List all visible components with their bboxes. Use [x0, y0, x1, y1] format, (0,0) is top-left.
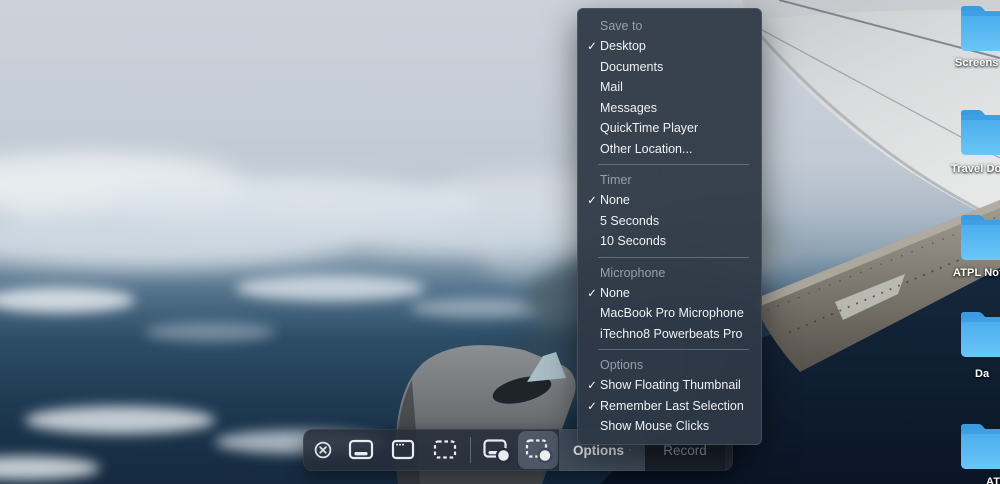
record-screen-icon	[481, 436, 511, 464]
menu-item-10-seconds[interactable]: 10 Seconds	[578, 231, 761, 252]
menu-item-remember-last-selection[interactable]: ✓Remember Last Selection	[578, 396, 761, 417]
wallpaper-airplane-wing-photo	[0, 0, 1000, 484]
menu-item-label: 10 Seconds	[600, 234, 666, 248]
close-icon	[313, 440, 333, 460]
menu-divider	[598, 164, 749, 165]
menu-section-header: Timer	[578, 170, 761, 190]
capture-screen-icon	[346, 436, 376, 464]
toolbar-divider	[470, 437, 471, 463]
menu-item-none[interactable]: ✓None	[578, 283, 761, 304]
menu-item-label: Mail	[600, 80, 623, 94]
check-icon: ✓	[584, 378, 600, 392]
check-icon: ✓	[584, 39, 600, 53]
capture-selected-portion-button[interactable]	[425, 431, 465, 469]
menu-item-desktop[interactable]: ✓Desktop	[578, 36, 761, 57]
menu-item-other-location[interactable]: Other Location...	[578, 139, 761, 160]
menu-item-label: None	[600, 193, 630, 207]
menu-item-none[interactable]: ✓None	[578, 190, 761, 211]
capture-window-icon	[388, 436, 418, 464]
folder-icon	[958, 211, 1000, 263]
folder-label: Travel Do	[951, 163, 1000, 175]
folder-icon	[958, 308, 1000, 360]
capture-selection-icon	[430, 436, 460, 464]
menu-item-label: Remember Last Selection	[600, 399, 744, 413]
folder-label: Da	[975, 368, 989, 380]
menu-item-label: Other Location...	[600, 142, 692, 156]
menu-item-5-seconds[interactable]: 5 Seconds	[578, 211, 761, 232]
options-button-label: Options	[573, 443, 624, 458]
folder-icon	[958, 2, 1000, 54]
check-icon: ✓	[584, 286, 600, 300]
chevron-down-icon	[629, 446, 631, 454]
menu-divider	[598, 257, 749, 258]
folder-label: Screens	[955, 57, 999, 69]
menu-item-messages[interactable]: Messages	[578, 98, 761, 119]
desktop-folder-at[interactable]	[958, 420, 1000, 477]
menu-item-mail[interactable]: Mail	[578, 77, 761, 98]
menu-item-label: None	[600, 286, 630, 300]
menu-item-label: Show Floating Thumbnail	[600, 378, 741, 392]
record-entire-screen-button[interactable]	[476, 431, 516, 469]
check-icon: ✓	[584, 399, 600, 413]
menu-item-macbook-pro-microphone[interactable]: MacBook Pro Microphone	[578, 303, 761, 324]
menu-item-label: Documents	[600, 60, 663, 74]
folder-icon	[958, 106, 1000, 158]
desktop-screen: Screens Travel Do ATPL Not Da AT	[0, 0, 1000, 484]
menu-item-show-mouse-clicks[interactable]: Show Mouse Clicks	[578, 416, 761, 437]
menu-item-itechno8-powerbeats-pro[interactable]: iTechno8 Powerbeats Pro	[578, 324, 761, 345]
check-icon: ✓	[584, 193, 600, 207]
menu-item-label: Messages	[600, 101, 657, 115]
menu-item-label: Desktop	[600, 39, 646, 53]
capture-selected-window-button[interactable]	[383, 431, 423, 469]
record-selected-portion-button[interactable]	[518, 431, 558, 469]
menu-item-label: iTechno8 Powerbeats Pro	[600, 327, 742, 341]
menu-section-microphone: Microphone✓NoneMacBook Pro MicrophoneiTe…	[578, 263, 761, 345]
desktop-folder-da[interactable]	[958, 308, 1000, 365]
record-selection-icon	[523, 436, 553, 464]
menu-item-label: 5 Seconds	[600, 214, 659, 228]
menu-section-header: Save to	[578, 16, 761, 36]
menu-section-timer: Timer✓None5 Seconds10 Seconds	[578, 170, 761, 252]
menu-item-label: Show Mouse Clicks	[600, 419, 709, 433]
screenshot-options-menu: Save to✓DesktopDocumentsMailMessagesQuic…	[577, 8, 762, 445]
menu-item-quicktime-player[interactable]: QuickTime Player	[578, 118, 761, 139]
folder-label: ATPL Not	[953, 267, 1000, 279]
close-button[interactable]	[307, 431, 339, 469]
desktop-folder-atpl-not[interactable]	[958, 211, 1000, 268]
capture-entire-screen-button[interactable]	[341, 431, 381, 469]
menu-item-label: MacBook Pro Microphone	[600, 306, 744, 320]
menu-item-show-floating-thumbnail[interactable]: ✓Show Floating Thumbnail	[578, 375, 761, 396]
menu-item-documents[interactable]: Documents	[578, 57, 761, 78]
folder-icon	[958, 420, 1000, 472]
desktop-folder-travel-do[interactable]	[958, 106, 1000, 163]
menu-item-label: QuickTime Player	[600, 121, 698, 135]
desktop-folder-screens[interactable]	[958, 2, 1000, 59]
menu-section-header: Microphone	[578, 263, 761, 283]
menu-divider	[598, 349, 749, 350]
menu-section-header: Options	[578, 355, 761, 375]
menu-section-save-to: Save to✓DesktopDocumentsMailMessagesQuic…	[578, 16, 761, 159]
folder-label: AT	[986, 476, 1000, 484]
record-button-label: Record	[663, 443, 707, 458]
menu-section-options: Options✓Show Floating Thumbnail✓Remember…	[578, 355, 761, 437]
